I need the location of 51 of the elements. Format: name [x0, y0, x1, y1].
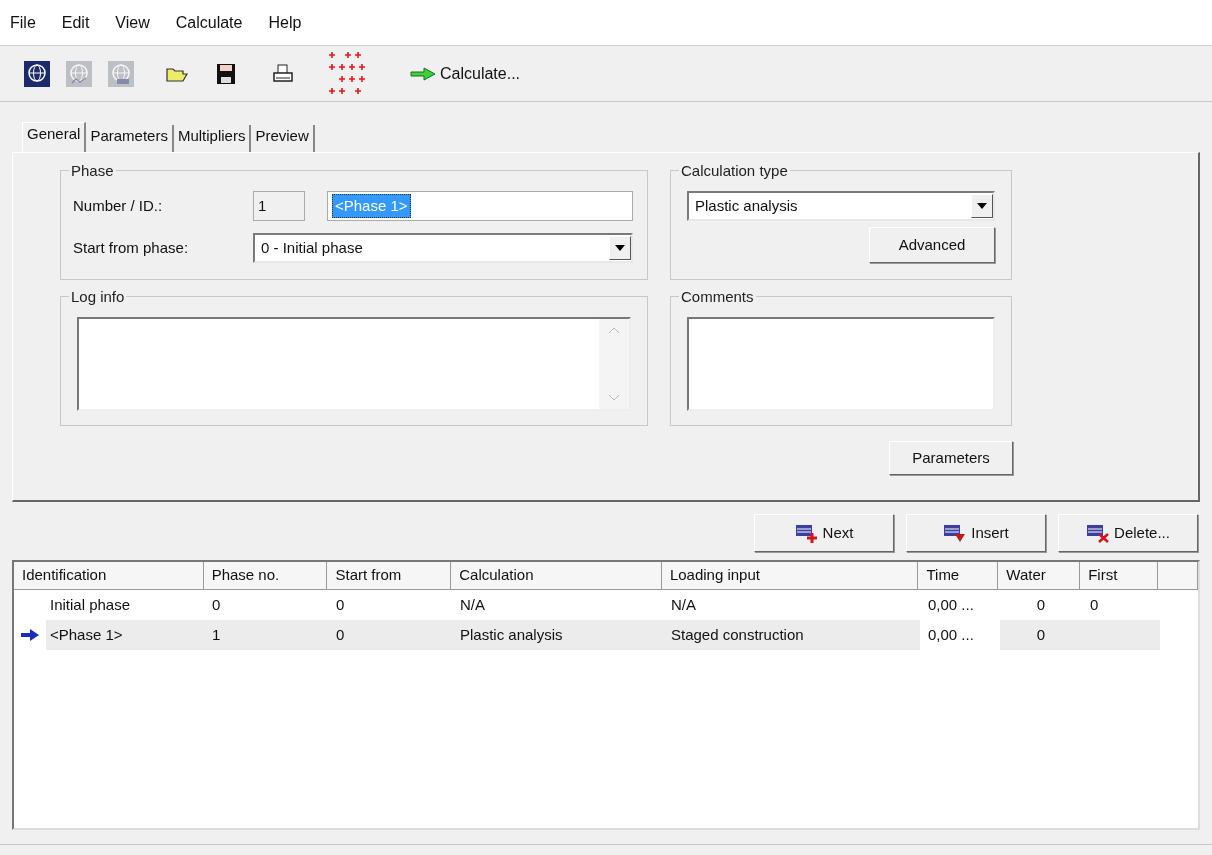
- advanced-button[interactable]: Advanced: [869, 227, 995, 263]
- table-cell: Staged construction: [663, 620, 920, 650]
- menu-item[interactable]: File: [10, 10, 36, 35]
- table-row[interactable]: Initial phase 0 0 N/A N/A 0,00 ... 0 0: [14, 590, 1198, 620]
- column-header[interactable]: Identification: [14, 562, 204, 590]
- number-field: 1: [253, 191, 305, 221]
- column-header[interactable]: Loading input: [661, 562, 919, 590]
- table-cell-text: Initial phase: [49, 594, 132, 615]
- action-button[interactable]: Delete...: [1058, 514, 1198, 552]
- column-header[interactable]: Phase no.: [203, 562, 328, 590]
- parameters-button[interactable]: Parameters: [889, 441, 1013, 475]
- column-header[interactable]: Water: [998, 562, 1081, 590]
- action-button[interactable]: Insert: [906, 514, 1046, 552]
- table-delete-icon: [1086, 523, 1111, 543]
- table-cell: 0: [1000, 620, 1082, 650]
- column-header[interactable]: Calculation: [451, 562, 662, 590]
- arrow-right-icon: [410, 66, 436, 81]
- action-button[interactable]: Next: [754, 514, 894, 552]
- table-cell: 1: [204, 620, 328, 650]
- field-label: Number / ID.:: [73, 195, 164, 216]
- log-info-textarea[interactable]: [77, 317, 631, 411]
- start-phase-dropdown[interactable]: 0 - Initial phase: [253, 233, 633, 263]
- comments-textarea[interactable]: [687, 317, 995, 411]
- table-add-icon: [794, 523, 819, 543]
- table-cell: <Phase 1>: [46, 620, 204, 650]
- menu-item[interactable]: View: [115, 10, 150, 35]
- tab[interactable]: General: [22, 122, 87, 152]
- table-cell-text: 0: [211, 594, 222, 615]
- table-insert-icon: [943, 523, 968, 543]
- calculation-type-dropdown[interactable]: Plastic analysis: [687, 191, 995, 221]
- menu-item[interactable]: Edit: [61, 10, 90, 35]
- table-cell: 0: [328, 620, 452, 650]
- table-cell-text: 0,00 ...: [927, 624, 975, 645]
- selected-text: <Phase 1>: [332, 193, 411, 219]
- table-cell-text: 0: [1089, 594, 1100, 615]
- table-row[interactable]: <Phase 1> 1 0 Plastic analysis Staged construction 0,00 ... 0: [14, 620, 1198, 650]
- column-header[interactable]: Time: [918, 562, 999, 590]
- table-cell-text: 0: [1035, 594, 1047, 615]
- arrow-right-icon: [21, 629, 39, 641]
- column-header[interactable]: [1158, 562, 1198, 590]
- menu-item[interactable]: Calculate: [175, 10, 243, 35]
- column-header[interactable]: Start from: [327, 562, 452, 590]
- table-cell-text: N/A: [459, 594, 486, 615]
- field-label: Start from phase:: [73, 237, 190, 258]
- table-cell-text: N/A: [670, 594, 697, 615]
- table-cell-text: 0: [335, 594, 346, 615]
- column-header[interactable]: First: [1080, 562, 1159, 590]
- calculate-button[interactable]: Calculate...: [410, 61, 521, 86]
- table-cell: Plastic analysis: [452, 620, 663, 650]
- table-cell-text: 0,00 ...: [927, 594, 975, 615]
- menu-item[interactable]: Help: [268, 10, 302, 35]
